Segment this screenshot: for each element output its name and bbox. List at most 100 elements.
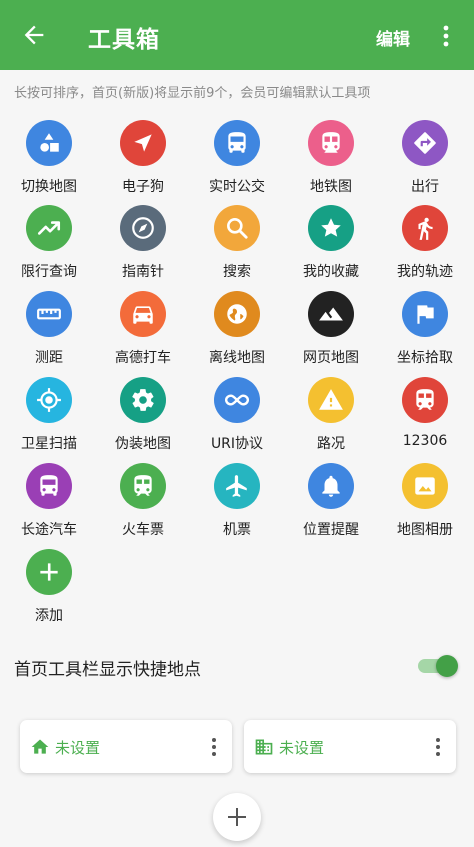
tool-icon-circle <box>214 291 260 337</box>
tool-item[interactable]: 实时公交 <box>190 118 284 202</box>
tool-icon-circle <box>214 120 260 166</box>
tool-item[interactable]: 坐标拾取 <box>378 289 472 373</box>
subway-icon <box>322 132 340 153</box>
ruler-icon <box>37 308 61 320</box>
quick-spots-label: 首页工具栏显示快捷地点 <box>14 660 201 680</box>
tool-icon-circle <box>402 205 448 251</box>
tool-label: 添加 <box>35 608 63 624</box>
plus-icon <box>40 563 58 581</box>
tool-icon-circle <box>26 549 72 595</box>
tool-item[interactable]: 我的轨迹 <box>378 203 472 287</box>
tool-item[interactable]: 12306 <box>378 375 472 459</box>
tool-label: 出行 <box>411 179 439 195</box>
tool-item[interactable]: 地铁图 <box>284 118 378 202</box>
tool-item[interactable]: 离线地图 <box>190 289 284 373</box>
tool-item[interactable]: 路况 <box>284 375 378 459</box>
tool-item[interactable]: 高德打车 <box>96 289 190 373</box>
tool-icon-circle <box>308 205 354 251</box>
tool-label: 机票 <box>223 522 251 538</box>
tool-label: 路况 <box>317 436 345 452</box>
tool-label: URI协议 <box>210 436 264 452</box>
tool-item[interactable]: 切换地图 <box>2 118 96 202</box>
tool-item[interactable]: 指南针 <box>96 203 190 287</box>
quick-spots-toggle[interactable] <box>416 654 458 678</box>
toggle-thumb <box>436 655 458 677</box>
tool-item[interactable]: 机票 <box>190 461 284 545</box>
tool-item[interactable]: 网页地图 <box>284 289 378 373</box>
tool-item[interactable]: 地图相册 <box>378 461 472 545</box>
bus-icon <box>40 475 58 496</box>
search-icon <box>227 218 248 239</box>
tool-item[interactable]: 伪装地图 <box>96 375 190 459</box>
add-quick-spot-button[interactable] <box>213 793 261 841</box>
building-icon <box>255 739 273 755</box>
infinity-icon <box>224 394 250 406</box>
directions-icon <box>414 132 436 154</box>
tool-item[interactable]: 出行 <box>378 118 472 202</box>
tool-label: 网页地图 <box>303 350 359 366</box>
tool-item[interactable]: 卫星扫描 <box>2 375 96 459</box>
tool-icon-circle <box>402 377 448 423</box>
back-arrow-icon[interactable] <box>20 21 48 49</box>
tool-item[interactable]: 测距 <box>2 289 96 373</box>
tool-icon-circle <box>402 463 448 509</box>
tool-item[interactable]: 电子狗 <box>96 118 190 202</box>
mountain-icon <box>319 307 343 321</box>
compass-icon <box>132 217 154 239</box>
edit-button[interactable]: 编辑 <box>376 25 410 50</box>
tool-label: 电子狗 <box>122 179 164 195</box>
train-icon <box>134 475 152 496</box>
tool-label: 卫星扫描 <box>21 436 77 452</box>
tool-icon-circle <box>120 120 166 166</box>
train-icon <box>416 389 434 410</box>
tool-icon-circle <box>26 377 72 423</box>
tool-item[interactable]: 搜索 <box>190 203 284 287</box>
app-bar: 工具箱 编辑 <box>0 0 474 70</box>
tool-icon-circle <box>308 463 354 509</box>
tool-label: 地铁图 <box>310 179 352 195</box>
tool-label: 我的收藏 <box>303 264 359 280</box>
tool-label: 指南针 <box>122 264 164 280</box>
tool-label: 切换地图 <box>21 179 77 195</box>
photo-icon <box>415 477 435 495</box>
more-vert-icon[interactable] <box>436 23 456 49</box>
tool-icon-circle <box>402 120 448 166</box>
tool-label: 高德打车 <box>115 350 171 366</box>
tool-icon-circle <box>402 291 448 337</box>
tool-label: 位置提醒 <box>303 522 359 538</box>
tool-label: 限行查询 <box>21 264 77 280</box>
tool-icon-circle <box>120 377 166 423</box>
home-icon <box>31 739 49 754</box>
tool-item[interactable]: 限行查询 <box>2 203 96 287</box>
bell-icon <box>322 475 340 497</box>
tool-item[interactable]: URI协议 <box>190 375 284 459</box>
tool-item[interactable]: 火车票 <box>96 461 190 545</box>
tool-icon-circle <box>308 291 354 337</box>
navigation-arrow-icon <box>134 134 152 152</box>
tool-label: 离线地图 <box>209 350 265 366</box>
tool-icon-circle <box>308 120 354 166</box>
bus-icon <box>228 132 246 153</box>
tool-item[interactable]: 添加 <box>2 547 96 631</box>
tool-label: 我的轨迹 <box>397 264 453 280</box>
globe-icon <box>227 304 247 324</box>
tool-label: 坐标拾取 <box>397 350 453 366</box>
tool-item[interactable]: 长途汽车 <box>2 461 96 545</box>
airplane-icon <box>226 475 247 497</box>
walk-icon <box>418 217 433 240</box>
tool-icon-circle <box>308 377 354 423</box>
tool-label: 实时公交 <box>209 179 265 195</box>
shapes-icon <box>40 133 59 152</box>
tool-icon-circle <box>120 463 166 509</box>
warning-icon <box>319 389 343 410</box>
more-vert-icon[interactable] <box>434 736 442 758</box>
quick-spot-card-home[interactable]: 未设置 <box>20 720 232 773</box>
page-title: 工具箱 <box>88 27 160 53</box>
tool-icon-circle <box>26 291 72 337</box>
tool-item[interactable]: 位置提醒 <box>284 461 378 545</box>
more-vert-icon[interactable] <box>210 736 218 758</box>
tool-item[interactable]: 我的收藏 <box>284 203 378 287</box>
flag-icon <box>417 305 434 324</box>
quick-spot-card-company[interactable]: 未设置 <box>244 720 456 773</box>
tool-label: 12306 <box>402 433 448 449</box>
